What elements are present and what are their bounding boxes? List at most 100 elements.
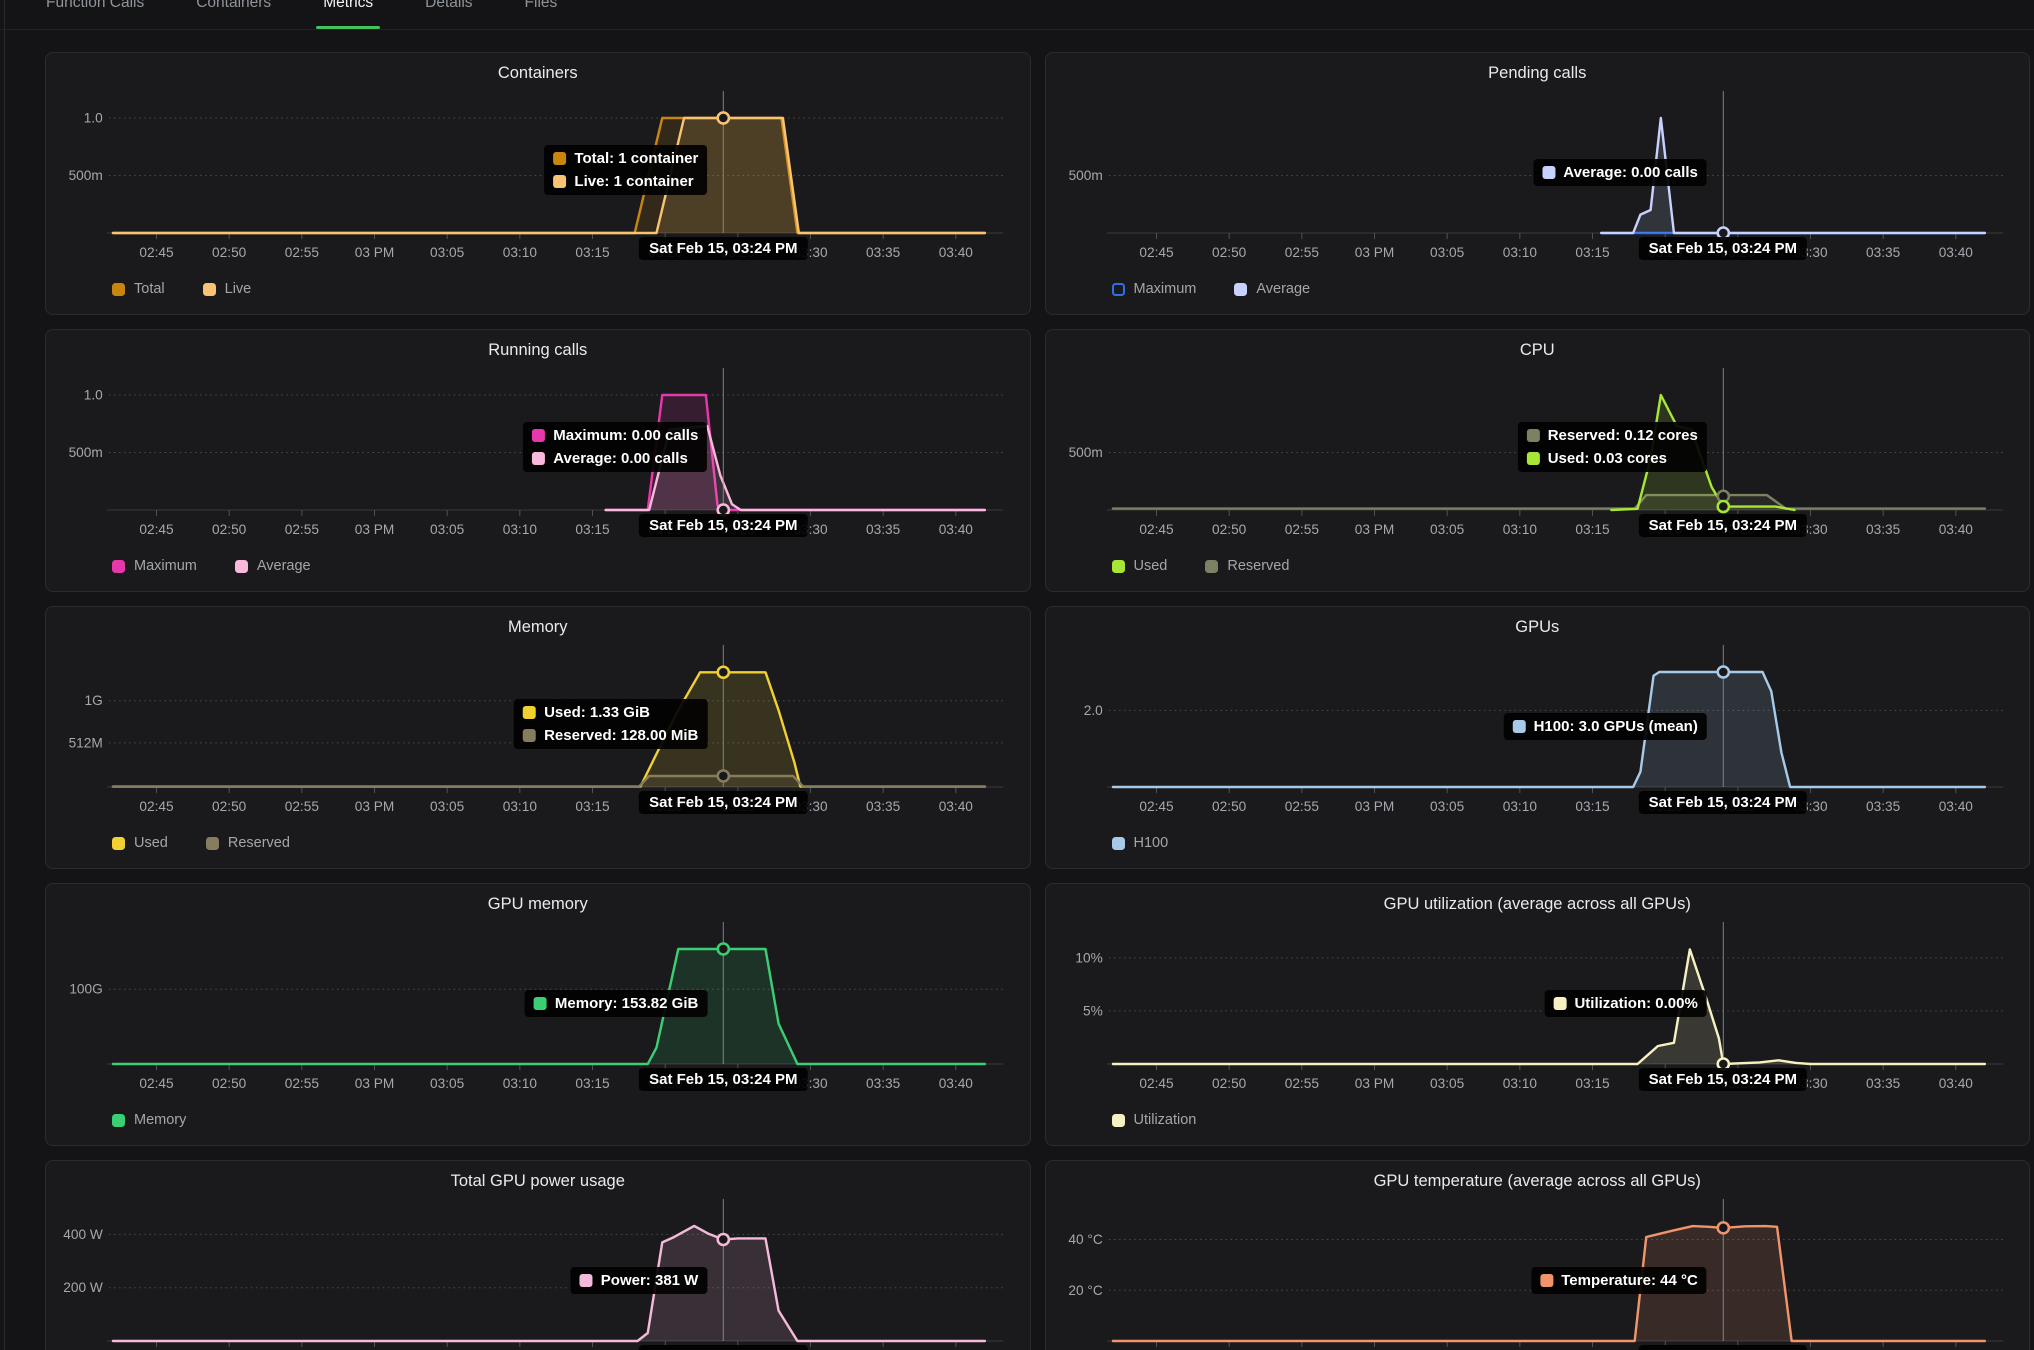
- legend-item-average[interactable]: Average: [1234, 281, 1310, 297]
- chart-legend: H100: [1112, 835, 1169, 851]
- crosshair-date-label: Sat Feb 15, 03:24 PM: [1639, 514, 1807, 537]
- y-axis-label: 512M: [69, 735, 103, 750]
- crosshair-date-label: Sat Feb 15, 03:24 PM: [639, 1345, 807, 1350]
- tooltip-swatch-icon: [534, 997, 547, 1010]
- crosshair-date-label: Sat Feb 15, 03:24 PM: [639, 1068, 807, 1091]
- x-axis-label: 02:45: [139, 1076, 173, 1091]
- legend-item-utilization[interactable]: Utilization: [1112, 1112, 1197, 1128]
- hover-marker: [718, 113, 729, 124]
- tooltip-row: Used: 0.03 cores: [1527, 450, 1698, 467]
- x-axis-label: 02:55: [285, 1076, 319, 1091]
- x-axis-label: 03 PM: [355, 799, 395, 814]
- chart-title: Containers: [46, 53, 1030, 87]
- x-axis-label: 03:15: [1575, 245, 1609, 260]
- legend-swatch-icon: [112, 837, 125, 850]
- tooltip-text: Used: 1.33 GiB: [544, 704, 650, 721]
- x-axis-label: 03:05: [1430, 522, 1464, 537]
- legend-swatch-icon: [112, 283, 125, 296]
- x-axis-label: 03:15: [1575, 1076, 1609, 1091]
- x-axis-label: 03:10: [503, 522, 538, 537]
- crosshair-date-label: Sat Feb 15, 03:24 PM: [1639, 791, 1807, 814]
- legend-item-reserved[interactable]: Reserved: [206, 835, 290, 851]
- x-axis-label: 03:15: [1575, 799, 1609, 814]
- tab-details[interactable]: Details: [425, 0, 472, 30]
- chart-card-pending-calls: Pending calls500m02:4502:5002:5503 PM03:…: [1045, 52, 2031, 315]
- tooltip-row: Maximum: 0.00 calls: [532, 427, 698, 444]
- x-axis-label: 02:45: [139, 245, 173, 260]
- legend-item-live[interactable]: Live: [203, 281, 252, 297]
- x-axis-label: 03 PM: [1354, 522, 1394, 537]
- x-axis-label: 03:15: [575, 1076, 609, 1091]
- legend-swatch-icon: [1112, 837, 1125, 850]
- tab-files[interactable]: Files: [525, 0, 558, 30]
- hover-marker: [718, 770, 729, 781]
- legend-item-h100[interactable]: H100: [1112, 835, 1169, 851]
- x-axis: 02:4502:5002:5503 PM03:0503:1003:1503:20…: [107, 1064, 1003, 1091]
- x-axis-label: 02:50: [212, 245, 247, 260]
- x-axis: 02:4502:5002:5503 PM03:0503:1003:1503:20…: [107, 510, 1003, 537]
- legend-item-reserved[interactable]: Reserved: [1205, 558, 1289, 574]
- gpu-power-plot[interactable]: 400 W200 W02:4502:5002:5503 PM03:0503:10…: [46, 1195, 1030, 1350]
- x-axis-label: 02:50: [1212, 1076, 1247, 1091]
- x-axis: 02:4502:5002:5503 PM03:0503:1003:1503:20…: [107, 1341, 1003, 1350]
- x-axis-label: 02:55: [285, 799, 319, 814]
- tooltip-text: Memory: 153.82 GiB: [555, 995, 698, 1012]
- gpu-utilization-plot[interactable]: 10%5%02:4502:5002:5503 PM03:0503:1003:15…: [1046, 918, 2030, 1108]
- tab-function-calls[interactable]: Function Calls: [46, 0, 144, 30]
- tab-label: Details: [425, 0, 472, 10]
- hover-marker: [718, 667, 729, 678]
- legend-label: Utilization: [1134, 1112, 1197, 1128]
- y-axis-label: 10%: [1075, 950, 1102, 965]
- y-axis-label: 500m: [1068, 445, 1102, 460]
- tooltip-text: Reserved: 0.12 cores: [1548, 427, 1698, 444]
- tooltip-text: Used: 0.03 cores: [1548, 450, 1667, 467]
- x-axis-label: 03:40: [939, 245, 974, 260]
- left-edge-divider: [4, 0, 5, 1350]
- x-axis-label: 03:10: [1502, 522, 1537, 537]
- legend-item-maximum[interactable]: Maximum: [112, 558, 197, 574]
- tooltip-row: Temperature: 44 °C: [1540, 1272, 1698, 1289]
- y-axis-label: 500m: [69, 445, 103, 460]
- y-gridlines: 10%5%: [1075, 950, 2003, 1018]
- y-axis-label: 40 °C: [1068, 1232, 1103, 1247]
- legend-swatch-icon: [203, 283, 216, 296]
- legend-label: Total: [134, 281, 165, 297]
- legend-label: H100: [1134, 835, 1169, 851]
- legend-item-used[interactable]: Used: [112, 835, 168, 851]
- legend-label: Memory: [134, 1112, 186, 1128]
- x-axis-label: 02:55: [285, 245, 319, 260]
- x-axis-label: 03 PM: [355, 245, 395, 260]
- metrics-dashboard: Function Calls Containers Metrics Detail…: [0, 0, 2034, 1350]
- x-axis: 02:4502:5002:5503 PM03:0503:1003:1503:20…: [1106, 787, 2002, 814]
- chart-title: CPU: [1046, 330, 2030, 364]
- containers-plot[interactable]: 1.0500m02:4502:5002:5503 PM03:0503:1003:…: [46, 87, 1030, 277]
- chart-card-gpu-utilization: GPU utilization (average across all GPUs…: [1045, 883, 2031, 1146]
- legend-item-total[interactable]: Total: [112, 281, 165, 297]
- x-axis-label: 02:50: [1212, 245, 1247, 260]
- tooltip-swatch-icon: [1513, 720, 1526, 733]
- tooltip-swatch-icon: [580, 1274, 593, 1287]
- legend-label: Used: [134, 835, 168, 851]
- tab-metrics[interactable]: Metrics: [323, 0, 373, 30]
- x-axis-label: 02:45: [1139, 522, 1173, 537]
- x-axis-label: 02:45: [1139, 245, 1173, 260]
- legend-item-memory[interactable]: Memory: [112, 1112, 186, 1128]
- tooltip-swatch-icon: [553, 175, 566, 188]
- x-axis-label: 03:10: [503, 1076, 538, 1091]
- x-axis-label: 03:40: [1938, 245, 1973, 260]
- legend-item-average[interactable]: Average: [235, 558, 311, 574]
- legend-label: Maximum: [134, 558, 197, 574]
- chart-card-gpu-power: Total GPU power usage400 W200 W02:4502:5…: [45, 1160, 1031, 1350]
- chart-title: GPU utilization (average across all GPUs…: [1046, 884, 2030, 918]
- x-axis-label: 03:40: [1938, 799, 1973, 814]
- x-axis-label: 03:10: [1502, 1076, 1537, 1091]
- legend-item-used[interactable]: Used: [1112, 558, 1168, 574]
- x-axis-label: 03 PM: [355, 1076, 395, 1091]
- x-axis-label: 03:15: [575, 522, 609, 537]
- x-axis-label: 02:45: [139, 522, 173, 537]
- legend-item-maximum[interactable]: Maximum: [1112, 281, 1197, 297]
- tab-containers[interactable]: Containers: [196, 0, 271, 30]
- x-axis-label: 02:45: [139, 799, 173, 814]
- series-line-reserved: [1112, 495, 1984, 509]
- chart-tooltip: Power: 381 W: [571, 1267, 708, 1294]
